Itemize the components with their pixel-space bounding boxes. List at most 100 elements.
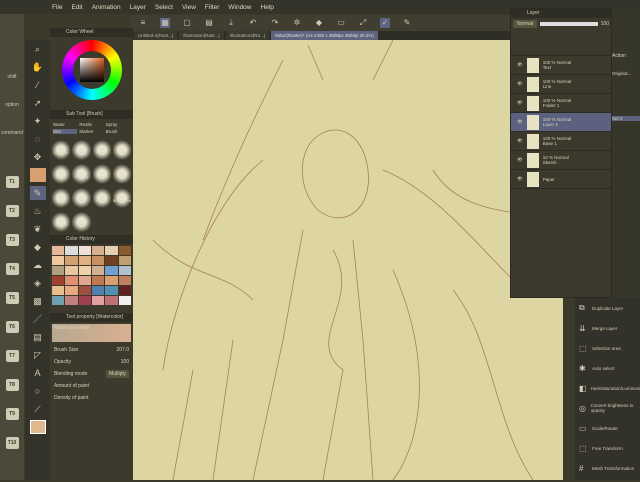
brush-preset[interactable]: Rough [92,139,111,161]
shortcut-key[interactable]: T1 [5,176,19,188]
brush-size-value[interactable]: 207.0 [116,347,129,353]
grid-icon[interactable]: ▦ [160,18,170,28]
brush-preset[interactable]: Transp [72,139,91,161]
color-swatch[interactable] [105,276,118,285]
brush-preset[interactable]: Opaque [52,139,71,161]
eye-icon[interactable]: 👁 [517,62,523,68]
quick-action[interactable]: ▭ Scale/Rotate [575,418,640,438]
brush-preset[interactable]: Running [72,163,91,185]
shortcut-key[interactable]: T2 [5,205,19,217]
tab-document[interactable]: Untitled-4(Rast...) [134,31,178,40]
color-swatch[interactable] [118,276,131,285]
fill-icon[interactable]: ◆ [314,18,324,28]
sub-tool-tab[interactable]: Brush [106,129,130,134]
shortcut-key[interactable]: T7 [5,350,19,362]
color-swatch[interactable] [52,266,65,275]
key-command[interactable]: command [0,130,24,136]
color-swatch[interactable] [78,256,91,265]
opacity-slider[interactable] [540,22,598,26]
figure-icon[interactable]: ／ [30,312,46,326]
shortcut-key[interactable]: T8 [5,379,19,391]
color-swatch[interactable] [52,296,65,305]
frame-icon[interactable]: ▭ [336,18,346,28]
color-swatch[interactable] [91,246,105,255]
brush-preset[interactable]: Wet [72,211,91,233]
eye-icon[interactable]: 👁 [517,176,523,182]
menu-window[interactable]: Window [228,4,251,11]
quick-action[interactable]: ◎ Convert brightness to opacity [575,398,640,418]
main-color-swatch[interactable] [29,420,46,434]
brush-preset[interactable]: Dry Ink [52,211,71,233]
color-swatch[interactable] [105,256,118,265]
tab-document-active[interactable]: Mdu2(Raster)* (A4 2480 x 3508px 350dpi 3… [271,31,378,40]
color-swatch[interactable] [52,286,65,295]
eye-icon[interactable]: 👁 [517,81,523,87]
menu-file[interactable]: File [52,4,62,11]
sub-tool-tab-active[interactable]: Wet [53,129,78,134]
color-swatch[interactable] [78,286,91,295]
airbrush-icon[interactable]: ♨ [30,204,46,218]
gradient-icon[interactable]: ▩ [30,294,46,308]
action-item[interactable]: Original... [612,71,640,76]
color-icon[interactable] [29,168,46,182]
quick-action[interactable]: # Mesh Transformation [575,458,640,478]
hand-icon[interactable]: ✋ [30,60,46,74]
eye-icon[interactable]: 👁 [517,138,523,144]
quick-action[interactable]: ⬚ Selection area [575,338,640,358]
zoom-icon[interactable]: ⌕ [30,42,46,56]
key-option[interactable]: option [0,102,24,108]
color-swatch[interactable] [91,266,105,275]
lasso-icon[interactable]: ◌ [30,132,46,146]
tab-document[interactable]: Illustration2(Ra...) [225,31,270,40]
color-swatch[interactable] [118,256,131,265]
color-swatch[interactable] [91,256,105,265]
layer-row[interactable]: 👁 100 % Normal Layer 4 [511,113,611,132]
layer-row[interactable]: 👁 100 % Normal Text [511,56,611,75]
opacity-value[interactable]: 100 [121,359,129,365]
color-swatch[interactable] [78,296,91,305]
color-swatch[interactable] [118,286,131,295]
brush-preset-preview[interactable]: Watercolor edge [52,324,131,342]
shortcut-key[interactable]: T9 [5,408,19,420]
check-icon[interactable]: ✓ [380,18,390,28]
balloon-icon[interactable]: ○ [30,384,46,398]
color-swatch[interactable] [91,296,105,305]
action-set[interactable]: Set 2 [612,116,640,121]
redo-icon[interactable]: ↷ [270,18,280,28]
quick-action[interactable]: ⧉ Duplicate Layer [575,298,640,318]
color-swatch[interactable] [91,286,105,295]
color-swatch[interactable] [65,256,78,265]
color-swatch[interactable] [105,266,118,275]
fill-icon[interactable]: ◈ [30,276,46,290]
settings-icon[interactable]: ✲ [292,18,302,28]
quick-action[interactable]: ◧ Hue/Saturation/Luminosity [575,378,640,398]
eye-icon[interactable]: 👁 [517,100,523,106]
brush-preset[interactable]: Dry [72,187,91,209]
undo-icon[interactable]: ↶ [248,18,258,28]
correct-line-icon[interactable]: ⟋ [30,402,46,416]
brush-preset[interactable]: Watercolor [112,187,131,209]
layer-row[interactable]: 👁 100 % Normal Line [511,75,611,94]
quick-action[interactable]: ✱ Auto select [575,358,640,378]
brush-preset[interactable]: Watery [92,187,111,209]
color-swatch[interactable] [105,286,118,295]
shortcut-key[interactable]: T6 [5,321,19,333]
menu-icon[interactable]: ≡ [138,18,148,28]
shortcut-key[interactable]: T5 [5,292,19,304]
shortcut-key[interactable]: T4 [5,263,19,275]
color-swatch[interactable] [65,276,78,285]
move-icon[interactable]: ✥ [30,150,46,164]
menu-select[interactable]: Select [155,4,173,11]
tab-document[interactable]: Illustration(Rast...) [179,31,224,40]
menu-layer[interactable]: Layer [130,4,146,11]
color-swatch[interactable] [78,266,91,275]
color-swatch[interactable] [78,276,91,285]
new-icon[interactable]: ▢ [182,18,192,28]
menu-view[interactable]: View [182,4,196,11]
text-icon[interactable]: A [30,366,46,380]
color-swatch[interactable] [65,286,78,295]
opacity-value[interactable]: 100 [601,21,609,27]
shortcut-key[interactable]: T3 [5,234,19,246]
color-swatch[interactable] [78,246,91,255]
blend-icon[interactable]: ☁ [30,258,46,272]
